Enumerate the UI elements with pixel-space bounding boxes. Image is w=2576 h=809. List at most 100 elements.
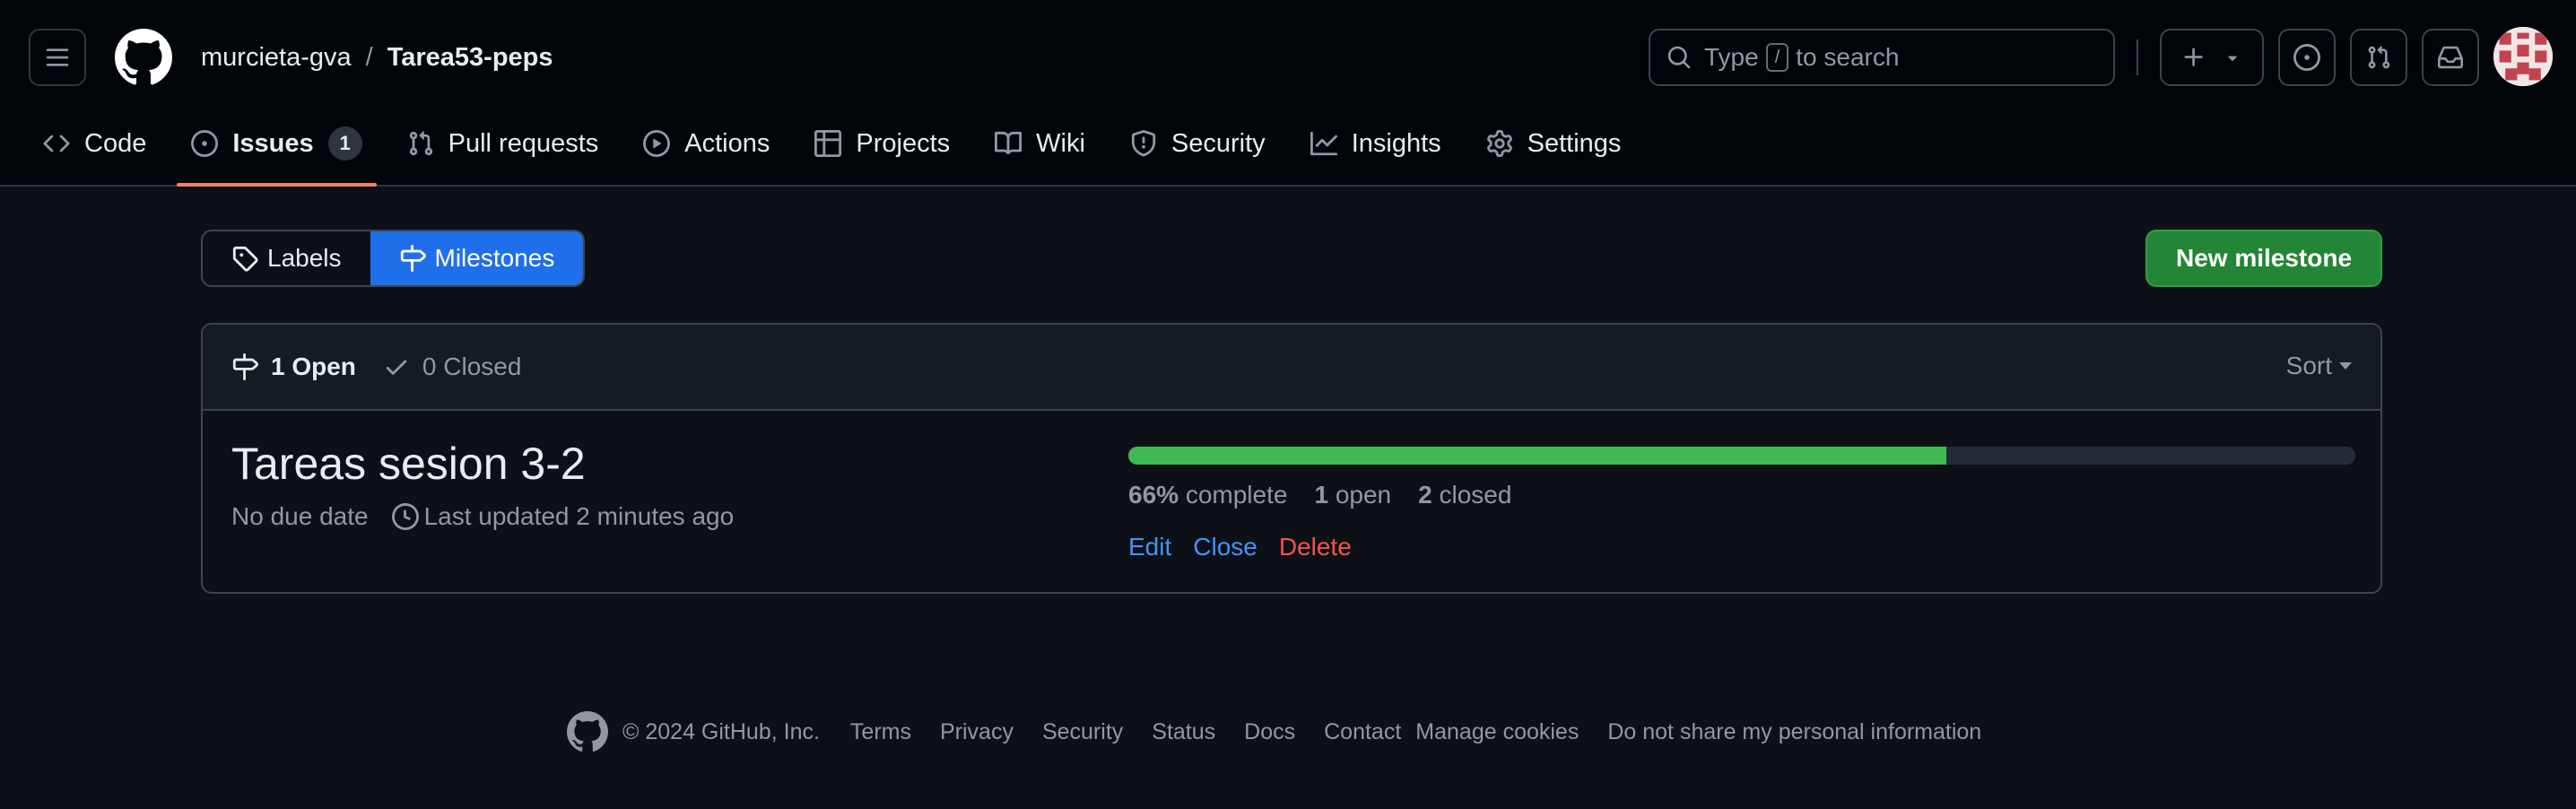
milestone-progress-bar: [1128, 447, 2355, 465]
milestone-title[interactable]: Tareas sesion 3-2: [231, 438, 586, 490]
tab-label: Actions: [684, 128, 770, 158]
tab-label: Pull requests: [448, 128, 599, 158]
open-count-suffix: open: [1335, 481, 1392, 509]
github-mark-icon[interactable]: [567, 711, 608, 752]
create-new-button[interactable]: [2160, 29, 2264, 86]
triangle-down-icon: [2227, 56, 2238, 61]
breadcrumb: murcieta-gva / Tarea53-peps: [201, 39, 553, 75]
due-date: No due date: [231, 502, 369, 530]
search-placeholder-before: Type: [1704, 43, 1759, 71]
footer: © 2024 GitHub, Inc. Terms Privacy Securi…: [567, 710, 2010, 753]
open-milestones-filter[interactable]: 1 Open: [231, 352, 356, 381]
global-header: murcieta-gva / Tarea53-peps Type / to se…: [0, 0, 2576, 187]
inbox-icon: [2438, 46, 2463, 69]
footer-link-contact[interactable]: Contact: [1324, 719, 1401, 745]
footer-link-privacy[interactable]: Privacy: [940, 719, 1014, 745]
tab-label: Issues: [232, 128, 314, 158]
issues-count-badge: 1: [327, 126, 362, 161]
closed-count-value: 2: [1418, 481, 1432, 509]
issue-opened-icon: [2293, 44, 2320, 71]
code-icon: [43, 135, 70, 152]
search-input[interactable]: Type / to search: [1649, 29, 2115, 86]
user-avatar[interactable]: [2493, 27, 2553, 86]
milestone-icon: [400, 245, 426, 272]
milestones-list-header: 1 Open 0 Closed Sort: [203, 325, 2380, 411]
tab-pull-requests[interactable]: Pull requests: [393, 117, 614, 170]
identicon-icon: [2493, 27, 2553, 86]
issues-header-button[interactable]: [2278, 29, 2336, 86]
table-icon: [814, 130, 842, 157]
breadcrumb-separator: /: [365, 42, 373, 72]
repo-link[interactable]: Tarea53-peps: [387, 43, 553, 73]
closed-issues-count[interactable]: 2 closed: [1418, 481, 1511, 509]
milestone-meta: No due date Last updated 2 minutes ago: [231, 502, 734, 531]
check-icon: [386, 360, 407, 375]
labels-label: Labels: [267, 244, 342, 272]
open-menu-button[interactable]: [29, 29, 86, 86]
milestones-label: Milestones: [434, 244, 555, 272]
pull-requests-header-button[interactable]: [2350, 29, 2407, 86]
search-placeholder-after: to search: [1796, 43, 1900, 71]
tab-label: Code: [84, 128, 147, 158]
tab-label: Insights: [1351, 128, 1441, 158]
edit-link[interactable]: Edit: [1128, 533, 1171, 561]
shield-icon: [1131, 130, 1156, 157]
footer-link-docs[interactable]: Docs: [1244, 719, 1295, 745]
milestone-item: Tareas sesion 3-2 No due date Last updat…: [203, 411, 2380, 592]
milestone-icon: [232, 353, 258, 380]
play-icon: [643, 130, 671, 157]
new-milestone-button[interactable]: New milestone: [2145, 230, 2382, 287]
gear-icon: [1486, 130, 1512, 157]
clock-icon: [391, 503, 419, 530]
open-count-value: 1: [1314, 481, 1329, 509]
copyright: © 2024 GitHub, Inc.: [622, 718, 820, 744]
tab-settings[interactable]: Settings: [1472, 117, 1636, 170]
footer-link-do-not-share[interactable]: Do not share my personal information: [1607, 719, 1981, 745]
sort-dropdown[interactable]: Sort: [2286, 352, 2352, 380]
inbox-button[interactable]: [2422, 29, 2479, 86]
tab-label: Wiki: [1036, 128, 1085, 158]
footer-link-manage-cookies[interactable]: Manage cookies: [1415, 719, 1579, 745]
open-issues-count[interactable]: 1 open: [1314, 481, 1391, 509]
search-shortcut-key: /: [1765, 43, 1789, 72]
last-updated: Last updated 2 minutes ago: [391, 502, 735, 531]
header-divider: [2137, 39, 2138, 75]
last-updated-text: Last updated 2 minutes ago: [423, 502, 735, 530]
tab-label: Security: [1171, 128, 1266, 158]
graph-icon: [1310, 131, 1337, 156]
percent-value: 66%: [1128, 481, 1179, 509]
footer-link-terms[interactable]: Terms: [850, 719, 911, 745]
github-logo-icon[interactable]: [115, 29, 172, 86]
caret-down-icon: [2339, 362, 2352, 370]
plus-icon: [2184, 48, 2203, 66]
closed-milestones-filter[interactable]: 0 Closed: [383, 352, 522, 381]
owner-link[interactable]: murcieta-gva: [201, 43, 352, 73]
footer-link-status[interactable]: Status: [1152, 719, 1215, 745]
milestones-link[interactable]: Milestones: [370, 231, 584, 285]
close-link[interactable]: Close: [1193, 533, 1258, 561]
closed-count-label: 0 Closed: [422, 352, 522, 380]
milestone-stats: 66% complete 1 open 2 closed: [1128, 481, 1538, 509]
labels-milestones-toggle: Labels Milestones: [201, 230, 586, 287]
git-pull-request-icon: [409, 131, 432, 156]
repo-tabs: Code Issues 1 Pull requests Actions Proj…: [29, 117, 1651, 187]
milestone-actions: Edit Close Delete: [1128, 533, 1373, 561]
tab-issues[interactable]: Issues 1: [177, 117, 377, 187]
tab-label: Projects: [856, 128, 951, 158]
delete-link[interactable]: Delete: [1279, 533, 1352, 561]
tab-code[interactable]: Code: [29, 117, 161, 170]
tab-actions[interactable]: Actions: [629, 117, 784, 170]
hamburger-icon: [46, 48, 69, 66]
tab-wiki[interactable]: Wiki: [980, 117, 1100, 170]
footer-link-security[interactable]: Security: [1042, 719, 1123, 745]
closed-count-suffix: closed: [1439, 481, 1512, 509]
tab-projects[interactable]: Projects: [800, 117, 964, 170]
percent-complete: 66% complete: [1128, 481, 1287, 509]
tab-security[interactable]: Security: [1116, 117, 1280, 170]
labels-link[interactable]: Labels: [203, 231, 370, 285]
progress-fill: [1128, 447, 1947, 465]
book-icon: [995, 131, 1023, 155]
search-icon: [1667, 46, 1691, 69]
git-pull-request-icon: [2368, 46, 2390, 69]
tab-insights[interactable]: Insights: [1296, 117, 1456, 170]
